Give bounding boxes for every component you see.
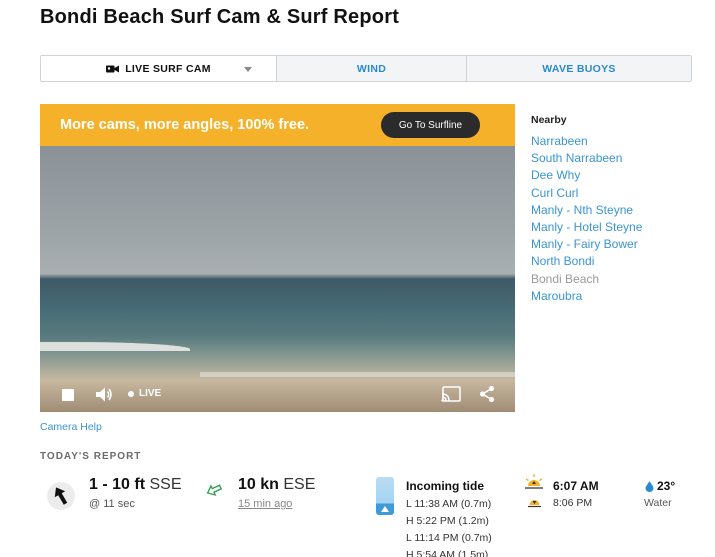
tab-wind[interactable]: WIND	[276, 56, 466, 81]
volume-icon[interactable]	[95, 386, 113, 403]
nearby-title: Nearby	[531, 114, 567, 126]
cast-icon[interactable]	[441, 386, 461, 403]
wind-speed: 10 kn ESE	[238, 476, 315, 494]
wind-direction: ESE	[283, 476, 316, 493]
water-drop-icon	[645, 481, 654, 492]
surf-cam-video[interactable]: LIVE	[40, 146, 515, 412]
tide-level-icon	[376, 477, 394, 515]
video-controls: LIVE	[40, 378, 515, 412]
nearby-list: Nearby Narrabeen South Narrabeen Dee Why…	[531, 114, 642, 305]
nearby-item-manly-fairy-bower[interactable]: Manly - Fairy Bower	[531, 236, 642, 253]
tab-wave-buoys[interactable]: WAVE BUOYS	[466, 56, 691, 81]
chevron-down-icon[interactable]	[244, 67, 252, 72]
nearby-item-manly-hotel-steyne[interactable]: Manly - Hotel Steyne	[531, 219, 642, 236]
video-wave	[200, 372, 515, 377]
camera-help-link[interactable]: Camera Help	[40, 421, 102, 433]
promo-banner: More cams, more angles, 100% free. Go To…	[40, 104, 515, 146]
swell-period: @ 11 sec	[89, 498, 135, 510]
nearby-item-curl-curl[interactable]: Curl Curl	[531, 185, 642, 202]
wind-updated-link[interactable]: 15 min ago	[238, 498, 292, 510]
view-tabs: LIVE SURF CAM WIND WAVE BUOYS	[40, 55, 692, 82]
video-wave	[40, 342, 190, 351]
tide-time: H 5:54 AM (1.5m)	[406, 549, 489, 557]
nearby-item-bondi-beach: Bondi Beach	[531, 271, 600, 286]
nearby-item-narrabeen[interactable]: Narrabeen	[531, 133, 642, 150]
stop-icon[interactable]	[62, 389, 74, 401]
tide-time: L 11:38 AM (0.7m)	[406, 498, 492, 510]
nearby-item-dee-why[interactable]: Dee Why	[531, 167, 642, 184]
sunset-time: 8:06 PM	[553, 497, 593, 509]
live-dot-icon	[128, 390, 134, 397]
sunrise-time: 6:07 AM	[553, 479, 599, 493]
live-indicator: LIVE	[128, 388, 161, 399]
tide-arrow-icon	[381, 506, 389, 512]
swell-height: 1 - 10 ft SSE	[89, 476, 181, 494]
tab-live-surf-cam[interactable]: LIVE SURF CAM	[41, 56, 276, 81]
tide-time: L 11:14 PM (0.7m)	[406, 532, 492, 544]
tide-time: H 5:22 PM (1.2m)	[406, 515, 489, 527]
tide-status: Incoming tide	[406, 479, 484, 493]
video-camera-icon	[106, 65, 120, 72]
page-title: Bondi Beach Surf Cam & Surf Report	[40, 6, 400, 28]
swell-direction: SSE	[149, 476, 182, 493]
swell-height-value: 1 - 10 ft	[89, 476, 146, 493]
promo-text: More cams, more angles, 100% free.	[60, 117, 310, 133]
water-label: Water	[644, 497, 672, 509]
wind-arrow-icon	[206, 484, 222, 496]
nearby-item-south-narrabeen[interactable]: South Narrabeen	[531, 150, 642, 167]
nearby-item-maroubra[interactable]: Maroubra	[531, 288, 642, 305]
wind-speed-value: 10 kn	[238, 476, 279, 493]
report-heading: TODAY'S REPORT	[40, 451, 142, 462]
water-temperature: 23°	[657, 479, 676, 493]
sunrise-icon	[525, 474, 543, 489]
live-label: LIVE	[139, 388, 162, 399]
swell-direction-icon	[47, 482, 75, 510]
tab-label: LIVE SURF CAM	[125, 62, 211, 75]
share-icon[interactable]	[479, 385, 495, 403]
sunset-icon	[528, 500, 541, 508]
go-to-surfline-button[interactable]: Go To Surfline	[381, 112, 480, 138]
nearby-item-north-bondi[interactable]: North Bondi	[531, 253, 642, 270]
nearby-item-manly-nth-steyne[interactable]: Manly - Nth Steyne	[531, 202, 642, 219]
